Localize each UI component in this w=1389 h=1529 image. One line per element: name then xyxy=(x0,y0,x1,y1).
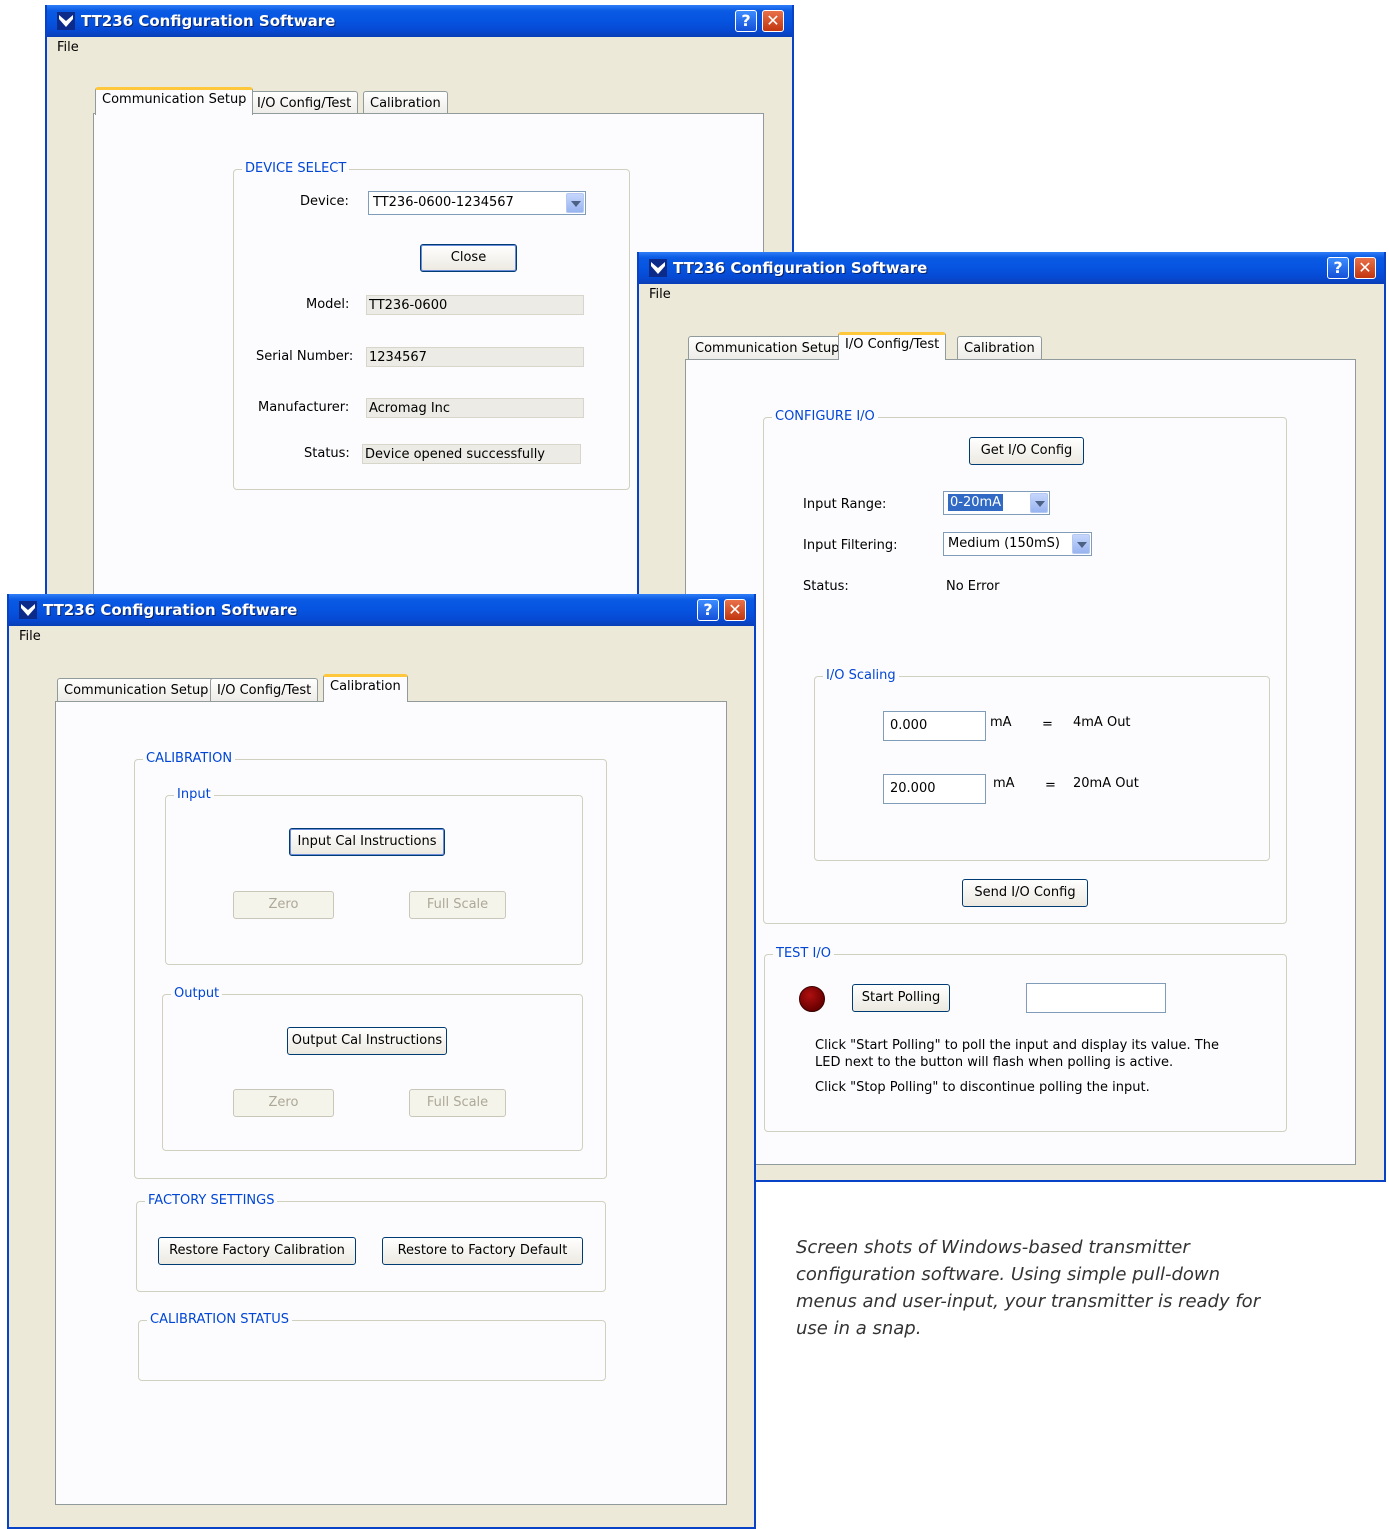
polling-help-line2: LED next to the button will flash when p… xyxy=(815,1055,1174,1070)
polling-help-line1: Click "Start Polling" to poll the input … xyxy=(815,1038,1219,1053)
restore-factory-calibration-button[interactable]: Restore Factory Calibration xyxy=(158,1237,356,1265)
close-device-button[interactable]: Close xyxy=(420,244,517,272)
scale-high-input[interactable]: 20.000 xyxy=(883,774,986,804)
device-label: Device: xyxy=(300,194,349,209)
chevron-down-icon[interactable] xyxy=(566,193,584,213)
scale-low-equals: = xyxy=(1042,717,1053,732)
get-io-config-button[interactable]: Get I/O Config xyxy=(969,437,1084,465)
model-field: TT236-0600 xyxy=(366,295,584,315)
serial-number-field: 1234567 xyxy=(366,347,584,367)
input-cal-title: Input xyxy=(174,787,214,802)
status-label: Status: xyxy=(304,446,350,461)
serial-number-label: Serial Number: xyxy=(256,349,354,364)
title-bar[interactable]: TT236 Configuration Software ? ✕ xyxy=(47,5,792,37)
restore-factory-default-button[interactable]: Restore to Factory Default xyxy=(382,1237,583,1265)
close-window-button[interactable]: ✕ xyxy=(762,10,784,32)
input-range-value: 0-20mA xyxy=(948,494,1004,511)
input-filtering-label: Input Filtering: xyxy=(803,538,898,553)
menu-file[interactable]: File xyxy=(649,287,671,302)
send-io-config-button[interactable]: Send I/O Config xyxy=(962,879,1088,907)
app-logo-icon xyxy=(649,259,667,277)
title-bar[interactable]: TT236 Configuration Software ? ✕ xyxy=(9,594,754,626)
status-field: Device opened successfully xyxy=(362,444,581,464)
test-io-group: TEST I/O Start Polling Click "Start Poll… xyxy=(764,946,1287,1132)
calibration-tab-panel: CALIBRATION Input Input Cal Instructions… xyxy=(55,701,727,1505)
window-title: TT236 Configuration Software xyxy=(673,259,928,277)
factory-settings-group: FACTORY SETTINGS Restore Factory Calibra… xyxy=(136,1193,606,1292)
io-tab-panel: CONFIGURE I/O Get I/O Config Input Range… xyxy=(685,359,1356,1165)
polling-led-indicator xyxy=(799,986,825,1012)
manufacturer-field: Acromag Inc xyxy=(366,398,584,418)
calibration-status-group: CALIBRATION STATUS xyxy=(138,1312,606,1381)
scale-high-output: 20mA Out xyxy=(1073,776,1139,791)
calibration-title: CALIBRATION xyxy=(143,751,236,766)
help-button[interactable]: ? xyxy=(1327,257,1349,279)
menu-bar: File xyxy=(47,37,792,59)
tab-io-config-test[interactable]: I/O Config/Test xyxy=(838,332,947,360)
close-window-button[interactable]: ✕ xyxy=(724,599,746,621)
screenshot-caption: Screen shots of Windows-based transmitte… xyxy=(796,1237,1261,1339)
input-zero-button[interactable]: Zero xyxy=(233,891,334,919)
io-scaling-group: I/O Scaling 0.000 mA = 4mA Out 20.000 mA… xyxy=(814,668,1270,861)
scale-high-unit: mA xyxy=(993,776,1015,791)
tab-io-config-test[interactable]: I/O Config/Test xyxy=(250,91,359,115)
output-full-scale-button[interactable]: Full Scale xyxy=(409,1089,506,1117)
output-cal-group: Output Output Cal Instructions Zero Full… xyxy=(162,986,583,1151)
window-title: TT236 Configuration Software xyxy=(43,601,298,619)
menu-bar: File xyxy=(9,626,754,648)
input-filtering-dropdown[interactable]: Medium (150mS) xyxy=(943,532,1092,556)
factory-settings-title: FACTORY SETTINGS xyxy=(145,1193,278,1208)
device-dropdown-value: TT236-0600-1234567 xyxy=(373,195,514,210)
input-full-scale-button[interactable]: Full Scale xyxy=(409,891,506,919)
io-scaling-title: I/O Scaling xyxy=(823,668,899,683)
tab-communication-setup[interactable]: Communication Setup xyxy=(688,336,847,360)
device-select-title: DEVICE SELECT xyxy=(242,161,350,176)
output-cal-instructions-button[interactable]: Output Cal Instructions xyxy=(287,1027,447,1055)
tab-calibration[interactable]: Calibration xyxy=(323,674,408,702)
input-range-dropdown[interactable]: 0-20mA xyxy=(943,491,1050,515)
output-cal-title: Output xyxy=(171,986,223,1001)
menu-bar: File xyxy=(639,284,1384,306)
input-cal-instructions-button[interactable]: Input Cal Instructions xyxy=(289,828,445,856)
app-logo-icon xyxy=(57,12,75,30)
app-logo-icon xyxy=(19,601,37,619)
tab-calibration[interactable]: Calibration xyxy=(363,91,448,115)
configure-io-title: CONFIGURE I/O xyxy=(772,409,878,424)
device-dropdown[interactable]: TT236-0600-1234567 xyxy=(368,191,586,215)
help-button[interactable]: ? xyxy=(735,10,757,32)
io-status-value: No Error xyxy=(946,579,1000,594)
io-status-label: Status: xyxy=(803,579,849,594)
test-io-title: TEST I/O xyxy=(773,946,834,961)
title-bar[interactable]: TT236 Configuration Software ? ✕ xyxy=(639,252,1384,284)
tab-calibration[interactable]: Calibration xyxy=(957,336,1042,360)
tab-communication-setup[interactable]: Communication Setup xyxy=(57,678,216,702)
output-zero-button[interactable]: Zero xyxy=(233,1089,334,1117)
tab-communication-setup[interactable]: Communication Setup xyxy=(95,87,254,115)
close-window-button[interactable]: ✕ xyxy=(1354,257,1376,279)
window-title: TT236 Configuration Software xyxy=(81,12,336,30)
menu-file[interactable]: File xyxy=(19,629,41,644)
scale-low-output: 4mA Out xyxy=(1073,715,1131,730)
start-polling-button[interactable]: Start Polling xyxy=(852,984,950,1012)
scale-high-equals: = xyxy=(1045,778,1056,793)
help-button[interactable]: ? xyxy=(697,599,719,621)
menu-file[interactable]: File xyxy=(57,40,79,55)
input-filtering-value: Medium (150mS) xyxy=(948,536,1060,551)
input-cal-group: Input Input Cal Instructions Zero Full S… xyxy=(165,787,583,965)
polling-help-line3: Click "Stop Polling" to discontinue poll… xyxy=(815,1080,1150,1095)
device-select-group: DEVICE SELECT Device: TT236-0600-1234567… xyxy=(233,161,630,490)
input-range-label: Input Range: xyxy=(803,497,887,512)
scale-low-input[interactable]: 0.000 xyxy=(883,711,986,741)
calibration-status-title: CALIBRATION STATUS xyxy=(147,1312,292,1327)
chevron-down-icon[interactable] xyxy=(1072,534,1090,554)
chevron-down-icon[interactable] xyxy=(1030,493,1048,513)
model-label: Model: xyxy=(306,297,350,312)
configure-io-group: CONFIGURE I/O Get I/O Config Input Range… xyxy=(763,409,1287,924)
scale-low-unit: mA xyxy=(990,715,1012,730)
manufacturer-label: Manufacturer: xyxy=(258,400,350,415)
calibration-window: TT236 Configuration Software ? ✕ File Co… xyxy=(7,594,756,1529)
poll-value-field xyxy=(1026,983,1166,1013)
tab-io-config-test[interactable]: I/O Config/Test xyxy=(210,678,319,702)
calibration-group: CALIBRATION Input Input Cal Instructions… xyxy=(134,751,607,1179)
